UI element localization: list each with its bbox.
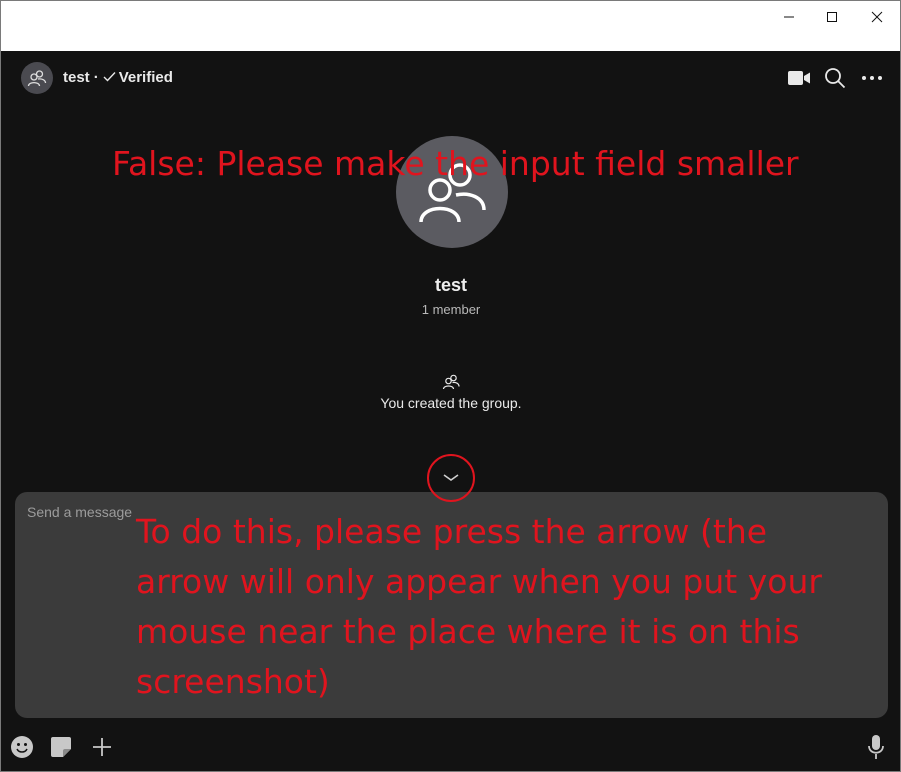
search-button[interactable]: [823, 66, 847, 90]
close-button[interactable]: [854, 1, 900, 32]
minimize-icon: [784, 16, 794, 17]
title-separator: ·: [93, 69, 99, 86]
group-created-icon: [442, 374, 460, 390]
more-options-icon: [862, 76, 882, 80]
close-icon: [871, 11, 883, 22]
sticker-button[interactable]: [48, 734, 74, 760]
header-group-avatar[interactable]: [21, 62, 53, 94]
window-titlebar: [1, 1, 900, 51]
microphone-icon: [868, 735, 884, 759]
verified-check-icon: [103, 69, 116, 86]
search-icon: [825, 68, 846, 89]
emoji-button[interactable]: [9, 734, 35, 760]
minimize-button[interactable]: [766, 1, 812, 32]
chat-view: test · Verified test 1 member You create…: [1, 51, 900, 771]
group-name: test: [434, 275, 467, 295]
group-avatar-icon: [27, 70, 47, 87]
conversation-title[interactable]: test · Verified: [63, 69, 173, 86]
video-call-icon: [788, 71, 810, 85]
group-created-event: You created the group.: [380, 395, 522, 411]
app-window: test · Verified test 1 member You create…: [0, 0, 901, 772]
conversation-name: test: [63, 69, 90, 86]
conversation-header: test · Verified: [1, 51, 900, 105]
voice-message-button[interactable]: [863, 734, 889, 760]
sticker-icon: [51, 737, 71, 757]
verified-label: Verified: [118, 69, 173, 86]
composer-toolbar: [1, 728, 900, 771]
attach-add-icon: [93, 738, 111, 756]
more-options-button[interactable]: [860, 66, 884, 90]
add-attachment-button[interactable]: [89, 734, 115, 760]
member-count[interactable]: 1 member: [351, 302, 551, 317]
maximize-icon: [827, 11, 837, 22]
annotation-note-bottom: To do this, please press the arrow (the …: [136, 512, 833, 701]
emoji-icon: [11, 736, 33, 758]
maximize-button[interactable]: [809, 1, 855, 32]
annotation-highlight-circle: [427, 454, 475, 502]
annotation-note-top: False: Please make the input field small…: [112, 144, 799, 183]
video-call-button[interactable]: [787, 66, 811, 90]
